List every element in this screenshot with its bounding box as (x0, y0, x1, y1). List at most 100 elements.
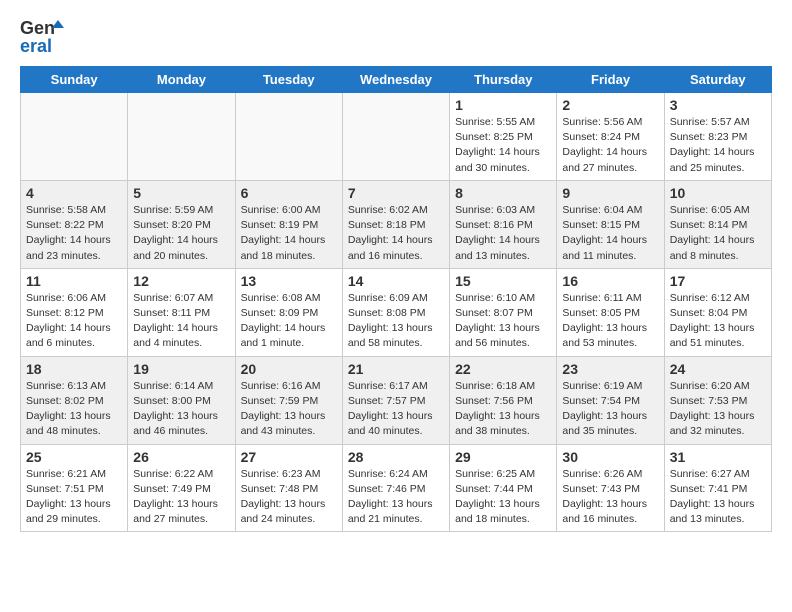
day-number: 12 (133, 273, 229, 289)
day-number: 3 (670, 97, 766, 113)
day-info: Sunrise: 6:03 AM Sunset: 8:16 PM Dayligh… (455, 203, 551, 264)
day-number: 18 (26, 361, 122, 377)
calendar-cell: 23Sunrise: 6:19 AM Sunset: 7:54 PM Dayli… (557, 356, 664, 444)
day-number: 15 (455, 273, 551, 289)
calendar-cell: 20 Sunrise: 6:16 AM Sunset: 7:59 PM Dayli… (235, 356, 342, 444)
day-number: 21 (348, 361, 444, 377)
day-number: 8 (455, 185, 551, 201)
calendar-cell: 15 Sunrise: 6:10 AM Sunset: 8:07 PM Dayli… (450, 268, 557, 356)
day-info: Sunrise: 6:23 AM Sunset: 7:48 PM Dayligh… (241, 467, 337, 528)
day-number: 6 (241, 185, 337, 201)
calendar-cell: 10 Sunrise: 6:05 AM Sunset: 8:14 PM Dayli… (664, 180, 771, 268)
day-info: Sunrise: 6:19 AM Sunset: 7:54 PM Dayligh… (562, 379, 658, 440)
calendar-cell: 1Sunrise: 5:55 AM Sunset: 8:25 PM Daylig… (450, 93, 557, 181)
svg-text:Gen: Gen (20, 18, 55, 38)
week-row-2: 4 Sunrise: 5:58 AM Sunset: 8:22 PM Daylig… (21, 180, 772, 268)
logo: Gen eral (20, 16, 66, 54)
day-info: Sunrise: 6:16 AM Sunset: 7:59 PM Dayligh… (241, 379, 337, 440)
day-info: Sunrise: 6:20 AM Sunset: 7:53 PM Dayligh… (670, 379, 766, 440)
day-info: Sunrise: 6:26 AM Sunset: 7:43 PM Dayligh… (562, 467, 658, 528)
day-info: Sunrise: 6:00 AM Sunset: 8:19 PM Dayligh… (241, 203, 337, 264)
calendar-cell (342, 93, 449, 181)
calendar-cell (235, 93, 342, 181)
day-info: Sunrise: 5:57 AM Sunset: 8:23 PM Dayligh… (670, 115, 766, 176)
week-row-3: 11 Sunrise: 6:06 AM Sunset: 8:12 PM Dayli… (21, 268, 772, 356)
day-info: Sunrise: 5:55 AM Sunset: 8:25 PM Dayligh… (455, 115, 551, 176)
day-number: 25 (26, 449, 122, 465)
calendar-cell: 22Sunrise: 6:18 AM Sunset: 7:56 PM Dayli… (450, 356, 557, 444)
day-info: Sunrise: 6:02 AM Sunset: 8:18 PM Dayligh… (348, 203, 444, 264)
weekday-header-tuesday: Tuesday (235, 67, 342, 93)
day-number: 28 (348, 449, 444, 465)
calendar-cell: 14 Sunrise: 6:09 AM Sunset: 8:08 PM Dayli… (342, 268, 449, 356)
calendar-cell: 8 Sunrise: 6:03 AM Sunset: 8:16 PM Daylig… (450, 180, 557, 268)
calendar-cell: 16 Sunrise: 6:11 AM Sunset: 8:05 PM Dayli… (557, 268, 664, 356)
calendar-cell (21, 93, 128, 181)
calendar-cell: 25 Sunrise: 6:21 AM Sunset: 7:51 PM Dayli… (21, 444, 128, 532)
calendar-cell: 6 Sunrise: 6:00 AM Sunset: 8:19 PM Daylig… (235, 180, 342, 268)
day-info: Sunrise: 6:06 AM Sunset: 8:12 PM Dayligh… (26, 291, 122, 352)
day-number: 30 (562, 449, 658, 465)
day-number: 14 (348, 273, 444, 289)
day-info: Sunrise: 6:12 AM Sunset: 8:04 PM Dayligh… (670, 291, 766, 352)
day-info: Sunrise: 6:13 AM Sunset: 8:02 PM Dayligh… (26, 379, 122, 440)
day-number: 16 (562, 273, 658, 289)
day-number: 31 (670, 449, 766, 465)
calendar-cell: 31 Sunrise: 6:27 AM Sunset: 7:41 PM Dayli… (664, 444, 771, 532)
day-info: Sunrise: 6:21 AM Sunset: 7:51 PM Dayligh… (26, 467, 122, 528)
day-info: Sunrise: 6:22 AM Sunset: 7:49 PM Dayligh… (133, 467, 229, 528)
day-info: Sunrise: 6:09 AM Sunset: 8:08 PM Dayligh… (348, 291, 444, 352)
day-info: Sunrise: 6:17 AM Sunset: 7:57 PM Dayligh… (348, 379, 444, 440)
calendar-cell: 17Sunrise: 6:12 AM Sunset: 8:04 PM Dayli… (664, 268, 771, 356)
day-number: 24 (670, 361, 766, 377)
day-number: 2 (562, 97, 658, 113)
week-row-1: 1Sunrise: 5:55 AM Sunset: 8:25 PM Daylig… (21, 93, 772, 181)
weekday-header-row: SundayMondayTuesdayWednesdayThursdayFrid… (21, 67, 772, 93)
day-number: 22 (455, 361, 551, 377)
day-info: Sunrise: 6:08 AM Sunset: 8:09 PM Dayligh… (241, 291, 337, 352)
calendar-cell: 7 Sunrise: 6:02 AM Sunset: 8:18 PM Daylig… (342, 180, 449, 268)
week-row-4: 18 Sunrise: 6:13 AM Sunset: 8:02 PM Dayli… (21, 356, 772, 444)
day-number: 10 (670, 185, 766, 201)
day-info: Sunrise: 6:11 AM Sunset: 8:05 PM Dayligh… (562, 291, 658, 352)
day-info: Sunrise: 6:24 AM Sunset: 7:46 PM Dayligh… (348, 467, 444, 528)
day-info: Sunrise: 5:58 AM Sunset: 8:22 PM Dayligh… (26, 203, 122, 264)
calendar-cell: 12 Sunrise: 6:07 AM Sunset: 8:11 PM Dayli… (128, 268, 235, 356)
calendar-cell: 4 Sunrise: 5:58 AM Sunset: 8:22 PM Daylig… (21, 180, 128, 268)
day-info: Sunrise: 6:04 AM Sunset: 8:15 PM Dayligh… (562, 203, 658, 264)
day-info: Sunrise: 6:05 AM Sunset: 8:14 PM Dayligh… (670, 203, 766, 264)
day-info: Sunrise: 6:27 AM Sunset: 7:41 PM Dayligh… (670, 467, 766, 528)
day-info: Sunrise: 5:56 AM Sunset: 8:24 PM Dayligh… (562, 115, 658, 176)
day-number: 11 (26, 273, 122, 289)
calendar-cell: 27Sunrise: 6:23 AM Sunset: 7:48 PM Dayli… (235, 444, 342, 532)
day-number: 19 (133, 361, 229, 377)
calendar-cell: 29Sunrise: 6:25 AM Sunset: 7:44 PM Dayli… (450, 444, 557, 532)
calendar-cell: 26 Sunrise: 6:22 AM Sunset: 7:49 PM Dayli… (128, 444, 235, 532)
header: Gen eral (20, 16, 772, 54)
day-info: Sunrise: 6:10 AM Sunset: 8:07 PM Dayligh… (455, 291, 551, 352)
week-row-5: 25 Sunrise: 6:21 AM Sunset: 7:51 PM Dayli… (21, 444, 772, 532)
day-info: Sunrise: 6:14 AM Sunset: 8:00 PM Dayligh… (133, 379, 229, 440)
calendar-table: SundayMondayTuesdayWednesdayThursdayFrid… (20, 66, 772, 532)
day-number: 13 (241, 273, 337, 289)
calendar-cell: 5Sunrise: 5:59 AM Sunset: 8:20 PM Daylig… (128, 180, 235, 268)
day-number: 26 (133, 449, 229, 465)
day-number: 7 (348, 185, 444, 201)
day-info: Sunrise: 6:07 AM Sunset: 8:11 PM Dayligh… (133, 291, 229, 352)
weekday-header-friday: Friday (557, 67, 664, 93)
logo-icon: Gen eral (20, 16, 64, 54)
calendar-cell: 18 Sunrise: 6:13 AM Sunset: 8:02 PM Dayli… (21, 356, 128, 444)
day-number: 20 (241, 361, 337, 377)
calendar-cell: 13 Sunrise: 6:08 AM Sunset: 8:09 PM Dayli… (235, 268, 342, 356)
calendar-cell: 3 Sunrise: 5:57 AM Sunset: 8:23 PM Daylig… (664, 93, 771, 181)
calendar-cell: 9 Sunrise: 6:04 AM Sunset: 8:15 PM Daylig… (557, 180, 664, 268)
calendar-cell (128, 93, 235, 181)
day-number: 4 (26, 185, 122, 201)
calendar-cell: 30 Sunrise: 6:26 AM Sunset: 7:43 PM Dayli… (557, 444, 664, 532)
weekday-header-wednesday: Wednesday (342, 67, 449, 93)
day-info: Sunrise: 5:59 AM Sunset: 8:20 PM Dayligh… (133, 203, 229, 264)
weekday-header-thursday: Thursday (450, 67, 557, 93)
weekday-header-saturday: Saturday (664, 67, 771, 93)
svg-text:eral: eral (20, 36, 52, 54)
day-number: 9 (562, 185, 658, 201)
